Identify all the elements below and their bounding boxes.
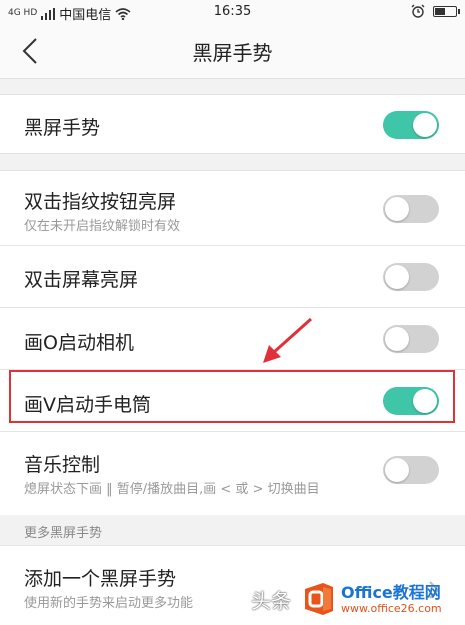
row-music-control[interactable]: 音乐控制 熄屏状态下画 ‖ 暂停/播放曲目,画 < 或 > 切换曲目 bbox=[0, 432, 465, 516]
toggle-draw-o-camera[interactable] bbox=[383, 325, 439, 353]
toggle-knob bbox=[385, 327, 409, 351]
row-draw-o-camera[interactable]: 画O启动相机 bbox=[0, 308, 465, 370]
alarm-icon bbox=[411, 4, 425, 18]
toggle-double-tap-screen[interactable] bbox=[383, 263, 439, 291]
office-logo-icon bbox=[305, 583, 333, 615]
toggle-double-tap-fingerprint[interactable] bbox=[383, 195, 439, 223]
row-draw-v-flashlight[interactable]: 画V启动手电筒 bbox=[0, 370, 465, 432]
toggle-knob bbox=[385, 197, 409, 221]
row-sublabel: 仅在未开启指纹解锁时有效 bbox=[24, 219, 181, 234]
toggle-knob bbox=[385, 458, 409, 482]
battery-fill bbox=[435, 7, 445, 15]
watermark-text: 头条 bbox=[251, 588, 291, 613]
row-label: 音乐控制 bbox=[24, 454, 101, 476]
annotation-arrow-icon bbox=[263, 317, 313, 363]
status-time: 16:35 bbox=[213, 4, 252, 19]
row-double-tap-fingerprint[interactable]: 双击指纹按钮亮屏 仅在未开启指纹解锁时有效 bbox=[0, 170, 465, 246]
row-sublabel: 使用新的手势来启动更多功能 bbox=[24, 596, 194, 611]
section-title: 更多黑屏手势 bbox=[24, 526, 103, 541]
row-double-tap-screen[interactable]: 双击屏幕亮屏 bbox=[0, 246, 465, 308]
battery-icon bbox=[433, 5, 460, 17]
row-label: 画O启动相机 bbox=[24, 332, 134, 354]
toggle-music-control[interactable] bbox=[383, 456, 439, 484]
toggle-knob bbox=[413, 389, 437, 413]
toggle-knob bbox=[413, 113, 437, 137]
watermark-brand-name: Office教程网 bbox=[341, 582, 441, 602]
status-bar: 4G HD 中国电信 16:35 bbox=[0, 0, 465, 24]
watermark: 头条 Office教程网 www.office26.com bbox=[251, 577, 461, 621]
row-label: 添加一个黑屏手势 bbox=[24, 568, 177, 590]
toggle-black-screen-gesture[interactable] bbox=[383, 111, 439, 139]
section-header-more-gestures: 更多黑屏手势 bbox=[0, 515, 465, 545]
row-label: 黑屏手势 bbox=[24, 117, 101, 139]
row-sublabel: 熄屏状态下画 ‖ 暂停/播放曲目,画 < 或 > 切换曲目 bbox=[24, 482, 320, 497]
top-bar: 黑屏手势 bbox=[0, 24, 465, 79]
toggle-knob bbox=[385, 265, 409, 289]
row-label: 双击屏幕亮屏 bbox=[24, 269, 139, 291]
row-label: 双击指纹按钮亮屏 bbox=[24, 191, 177, 213]
toggle-draw-v-flashlight[interactable] bbox=[383, 387, 439, 415]
row-black-screen-gesture[interactable]: 黑屏手势 bbox=[0, 94, 465, 154]
page-title: 黑屏手势 bbox=[192, 41, 273, 65]
row-label: 画V启动手电筒 bbox=[24, 394, 151, 416]
watermark-url: www.office26.com bbox=[341, 601, 442, 615]
watermark-brand: Office教程网 www.office26.com bbox=[341, 582, 442, 615]
status-right bbox=[411, 4, 460, 18]
